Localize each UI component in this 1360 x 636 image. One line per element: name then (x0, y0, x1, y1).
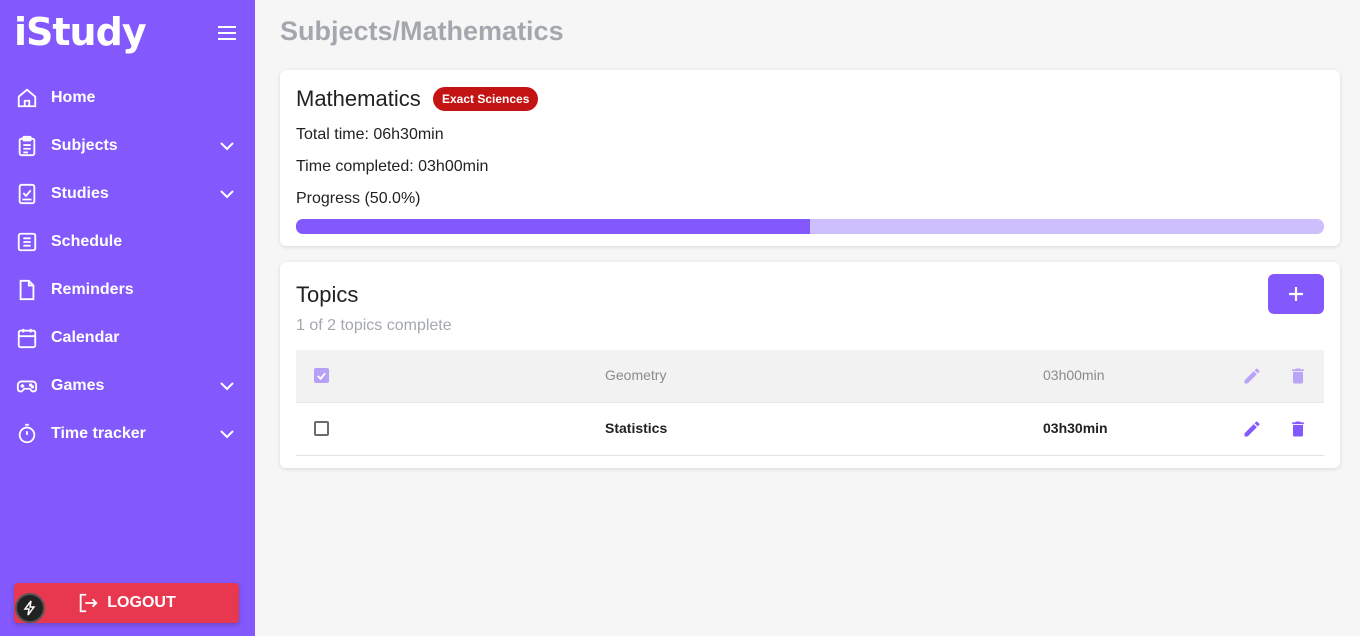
sidebar-item-schedule[interactable]: Schedule (0, 218, 255, 266)
app-logo[interactable]: iStudy (14, 10, 147, 54)
sidebar-item-home[interactable]: Home (0, 74, 255, 122)
topics-summary: 1 of 2 topics complete (296, 317, 452, 334)
time-completed: Time completed: 03h00min (296, 158, 489, 175)
edit-icon[interactable] (1242, 366, 1262, 386)
category-badge: Exact Sciences (433, 87, 539, 111)
gamepad-icon (16, 380, 38, 393)
sidebar-item-time-tracker[interactable]: Time tracker (0, 410, 255, 458)
chevron-down-icon[interactable] (218, 137, 236, 155)
progress-label: Progress (50.0%) (296, 190, 421, 207)
calendar-icon (17, 328, 37, 349)
timer-icon (18, 423, 36, 444)
chevron-down-icon[interactable] (218, 185, 236, 203)
sidebar-item-label: Schedule (51, 233, 123, 250)
topics-card: Topics 1 of 2 topics complete Geometry 0… (280, 262, 1340, 468)
home-icon (17, 88, 37, 108)
menu-icon[interactable] (217, 24, 237, 42)
breadcrumb: Subjects/Mathematics (280, 16, 564, 46)
chevron-down-icon[interactable] (218, 377, 236, 395)
topic-checkbox[interactable] (314, 368, 329, 383)
topic-name: Geometry (605, 367, 667, 383)
logout-label: LOGOUT (107, 594, 176, 611)
logout-button[interactable]: LOGOUT (14, 583, 239, 623)
edit-icon[interactable] (1242, 419, 1262, 439)
topics-heading: Topics (296, 282, 359, 307)
delete-icon[interactable] (1288, 366, 1308, 386)
add-topic-button[interactable] (1268, 274, 1324, 314)
topic-name: Statistics (605, 420, 668, 436)
clipboard-icon (18, 135, 36, 157)
progress-bar-fill (296, 219, 810, 234)
sidebar-item-label: Reminders (51, 281, 134, 298)
sidebar-item-label: Games (51, 377, 105, 394)
table-row: Geometry 03h00min (296, 350, 1324, 403)
sidebar-item-studies[interactable]: Studies (0, 170, 255, 218)
subject-title: Mathematics (296, 86, 421, 111)
chevron-down-icon[interactable] (218, 425, 236, 443)
sidebar-item-games[interactable]: Games (0, 362, 255, 410)
list-icon (17, 232, 37, 252)
check-icon (317, 372, 326, 380)
sidebar-item-label: Time tracker (51, 425, 146, 442)
book-check-icon (18, 183, 36, 205)
note-icon (19, 279, 35, 301)
sidebar-item-subjects[interactable]: Subjects (0, 122, 255, 170)
logout-icon (80, 593, 98, 613)
bolt-icon[interactable] (15, 593, 45, 623)
sidebar-item-reminders[interactable]: Reminders (0, 266, 255, 314)
delete-icon[interactable] (1288, 419, 1308, 439)
sidebar-item-label: Studies (51, 185, 109, 202)
sidebar-item-label: Home (51, 89, 96, 106)
sidebar-item-label: Calendar (51, 329, 120, 346)
topic-time: 03h00min (1043, 367, 1105, 383)
plus-icon (1289, 287, 1303, 301)
sidebar-item-label: Subjects (51, 137, 118, 154)
sidebar: iStudy Home Subjects Studies Schedule Re… (0, 0, 255, 636)
table-row: Statistics 03h30min (296, 403, 1324, 456)
total-time: Total time: 06h30min (296, 126, 444, 143)
sidebar-item-calendar[interactable]: Calendar (0, 314, 255, 362)
progress-bar (296, 219, 1324, 234)
subject-summary-card: Mathematics Exact Sciences Total time: 0… (280, 70, 1340, 246)
topics-table: Geometry 03h00min Statistics 03h30min (296, 350, 1324, 456)
sidebar-nav: Home Subjects Studies Schedule Reminders… (0, 74, 255, 458)
topic-time: 03h30min (1043, 420, 1108, 436)
topic-checkbox[interactable] (314, 421, 329, 436)
